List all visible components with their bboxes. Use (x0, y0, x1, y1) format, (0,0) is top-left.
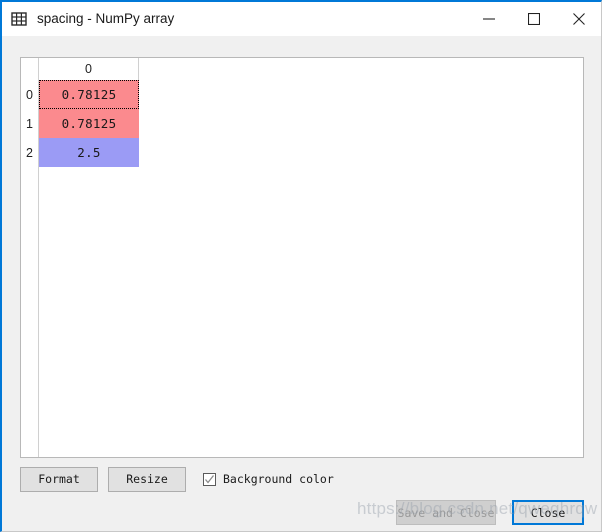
format-button[interactable]: Format (20, 466, 98, 492)
column-header-row: 0 (39, 58, 583, 80)
table-corner-cell (21, 58, 38, 80)
save-and-close-button[interactable]: Save and Close (396, 500, 496, 525)
cell-0-0[interactable]: 0.78125 (39, 80, 139, 109)
bottom-toolbar: Format Resize Background color (20, 466, 584, 492)
background-color-checkbox[interactable]: Background color (203, 472, 334, 486)
row-header-0[interactable]: 0 (21, 80, 38, 109)
table-row: 0.78125 (39, 80, 583, 109)
background-color-label: Background color (223, 472, 334, 486)
cell-2-0[interactable]: 2.5 (39, 138, 139, 167)
dialog-actions: Save and Close Close (396, 500, 584, 525)
client-area: 0 1 2 0 0.78125 0.78125 2.5 Format Resiz… (2, 36, 601, 531)
row-header-1[interactable]: 1 (21, 109, 38, 138)
grid-area: 0 0.78125 0.78125 2.5 (39, 58, 583, 457)
close-window-button[interactable] (556, 3, 601, 35)
numpy-array-editor-window: spacing - NumPy array 0 1 2 0 0.78125 0.… (0, 0, 602, 532)
resize-button[interactable]: Resize (108, 466, 186, 492)
row-header-2[interactable]: 2 (21, 138, 38, 167)
window-title: spacing - NumPy array (37, 11, 175, 26)
cell-1-0[interactable]: 0.78125 (39, 109, 139, 138)
table-grid-icon (11, 11, 27, 27)
close-button[interactable]: Close (512, 500, 584, 525)
column-header-0[interactable]: 0 (39, 58, 139, 80)
minimize-button[interactable] (466, 3, 511, 35)
row-header-column: 0 1 2 (21, 58, 39, 457)
array-table[interactable]: 0 1 2 0 0.78125 0.78125 2.5 (20, 57, 584, 458)
table-row: 0.78125 (39, 109, 583, 138)
checkmark-icon[interactable] (203, 472, 216, 486)
table-row: 2.5 (39, 138, 583, 167)
title-bar: spacing - NumPy array (2, 2, 601, 36)
maximize-button[interactable] (511, 3, 556, 35)
